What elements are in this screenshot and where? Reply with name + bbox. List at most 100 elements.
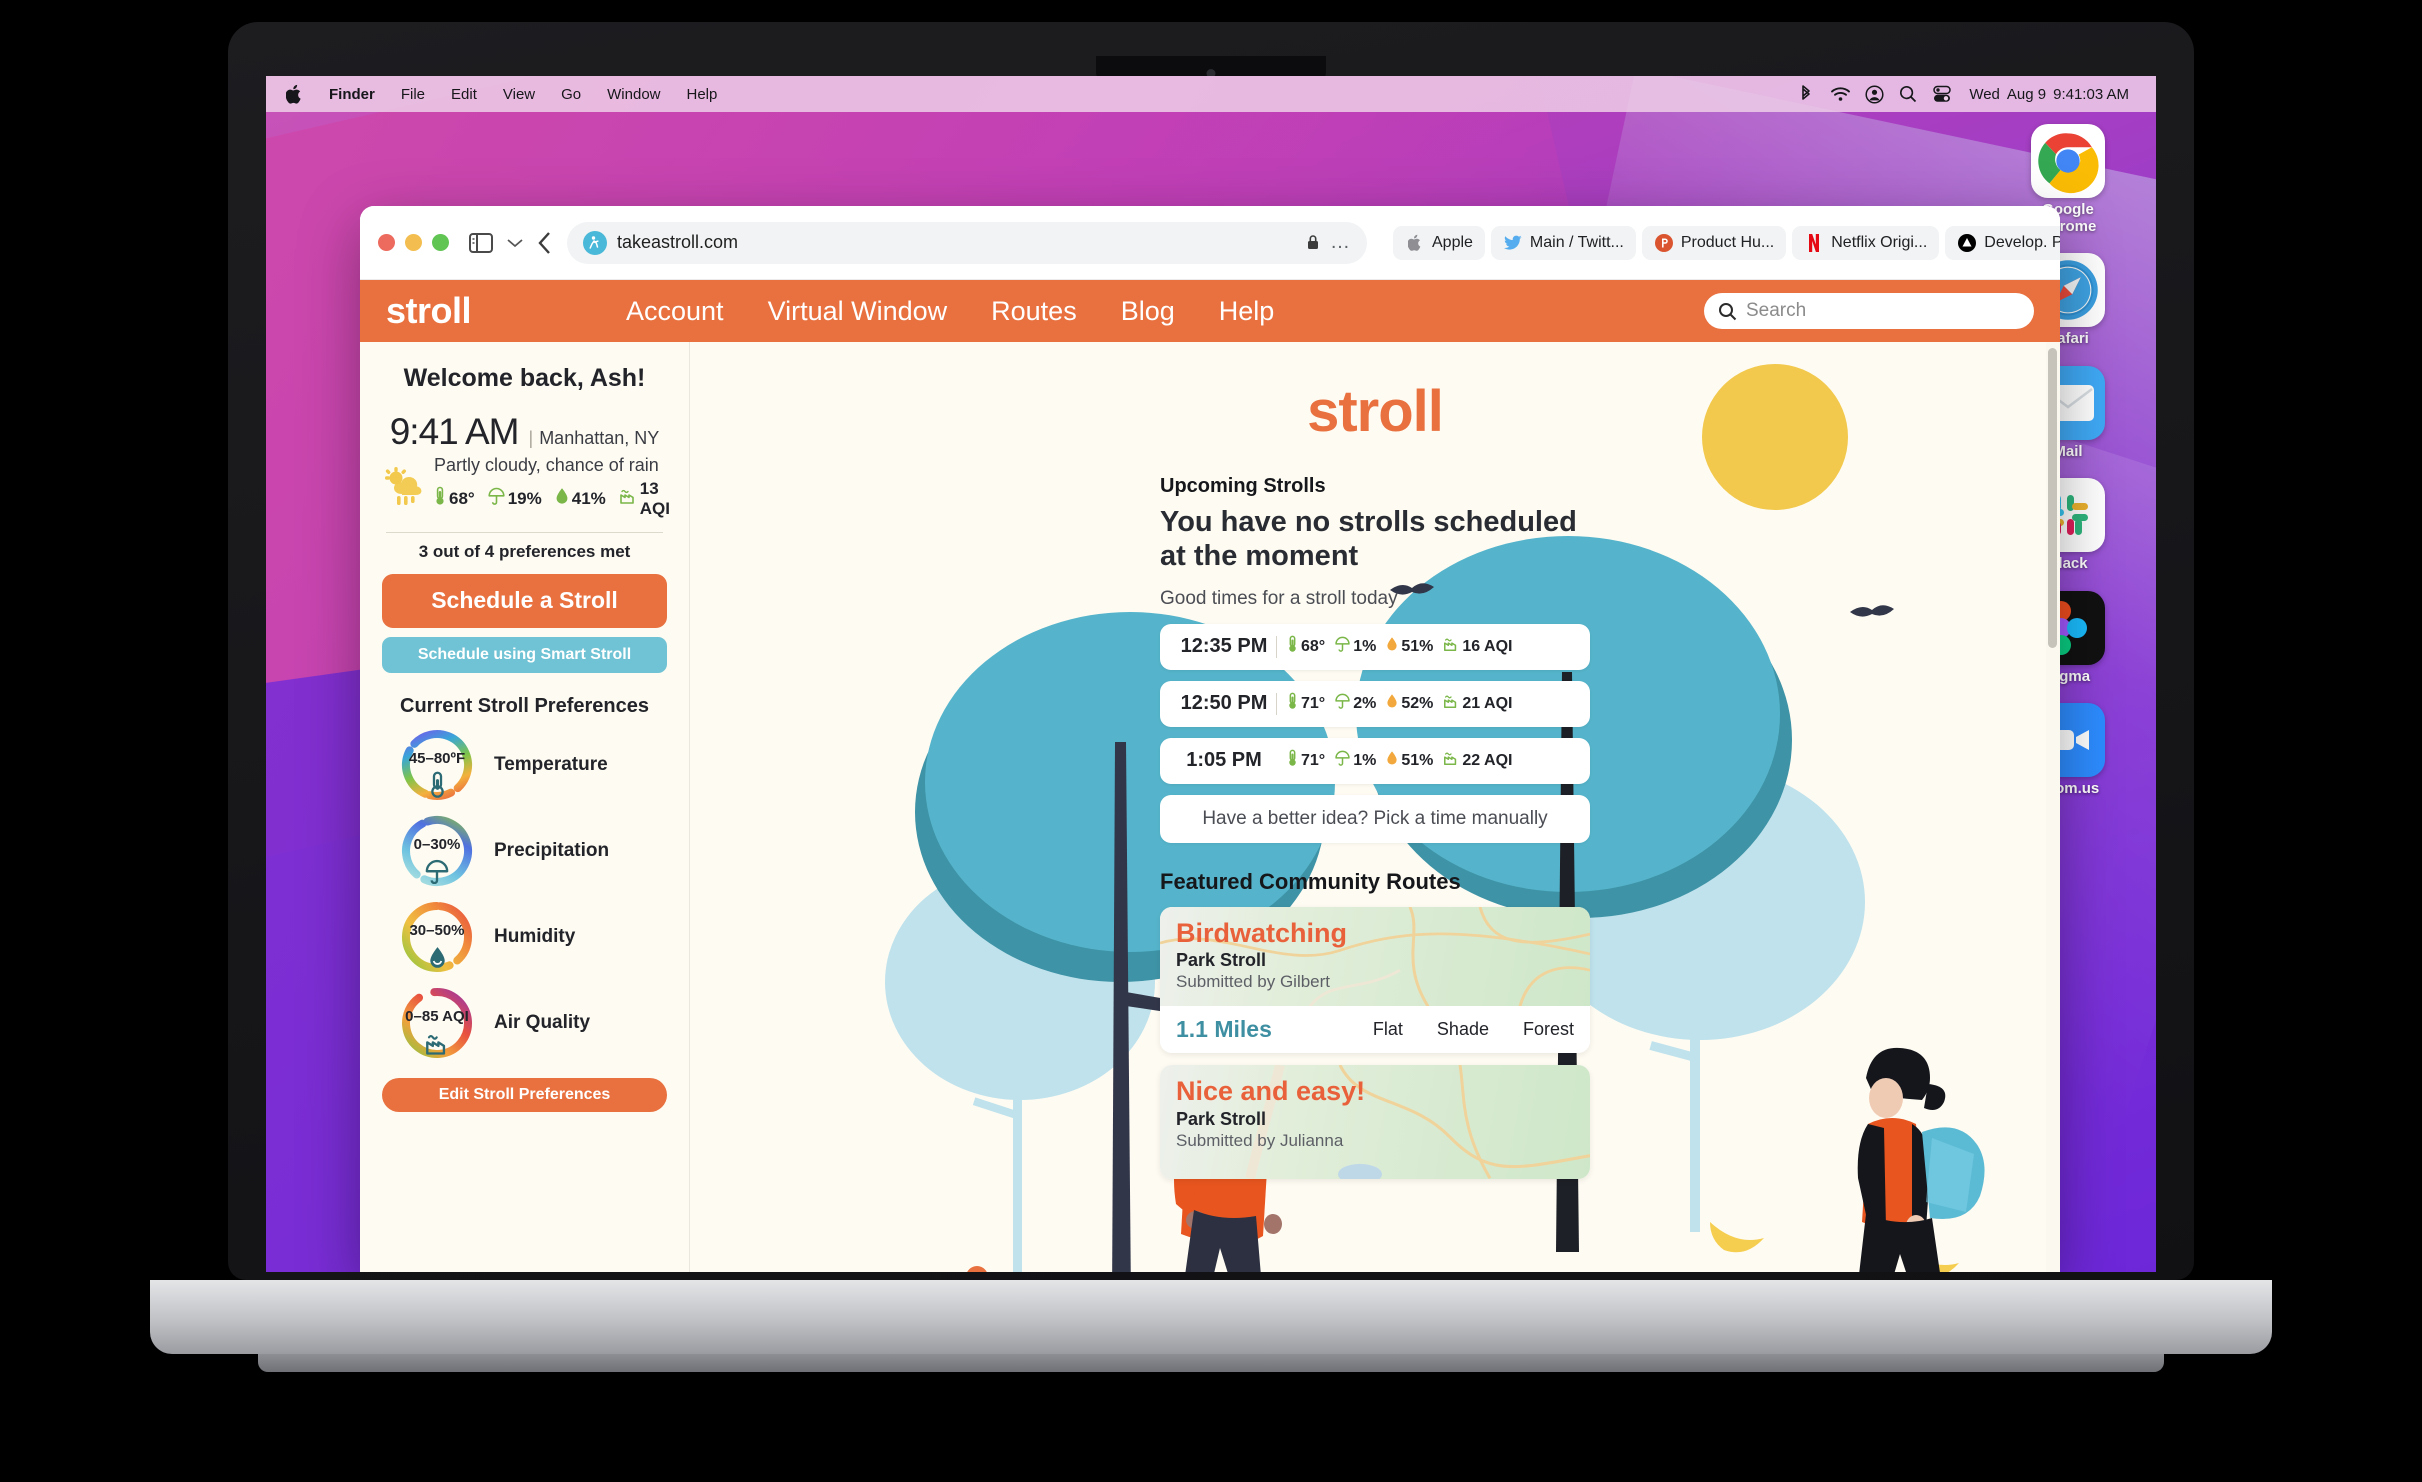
laptop-base [150, 1280, 2272, 1354]
menu-item-view[interactable]: View [490, 84, 548, 105]
weather-stat-humidity: 41% [555, 487, 606, 510]
droplet-icon [396, 945, 478, 970]
good-times-subhead: Good times for a stroll today [1160, 587, 1398, 609]
metric-value: 16 AQI [1462, 637, 1513, 655]
chevron-down-icon[interactable] [507, 228, 523, 258]
thermometer-icon [1287, 749, 1298, 772]
page-scrollbar-thumb[interactable] [2048, 348, 2057, 648]
page-scrollbar-track[interactable] [2046, 342, 2060, 1272]
stat-value: 13 AQI [639, 478, 671, 518]
menu-bar-clock[interactable]: Wed Aug 9 9:41:03 AM [1959, 86, 2140, 103]
thermometer-icon [1287, 692, 1298, 715]
time-slot-row[interactable]: 12:50 PM 71° 2% 52% 21 AQI [1160, 680, 1590, 727]
site-logo-text: stroll [386, 290, 472, 331]
nav-item-blog[interactable]: Blog [1121, 296, 1175, 327]
nav-item-routes[interactable]: Routes [991, 296, 1077, 327]
dial-value: 45–80ºF [408, 749, 466, 767]
welcome-heading: Welcome back, Ash! [403, 364, 646, 392]
metric-value: 21 AQI [1462, 694, 1513, 712]
schedule-stroll-button[interactable]: Schedule a Stroll [382, 573, 667, 628]
time-slot-row[interactable]: 12:35 PM 68° 1% 51% 16 AQI [1160, 623, 1590, 670]
droplet-icon [1386, 636, 1398, 657]
factory-icon [396, 1031, 478, 1056]
route-card-birdwatching[interactable]: Birdwatching Park Stroll Submitted by Gi… [1160, 906, 1590, 1054]
nav-item-help[interactable]: Help [1219, 296, 1275, 327]
slot-precipitation: 2% [1335, 693, 1376, 714]
slot-humidity: 51% [1386, 750, 1433, 771]
metric-value: 51% [1401, 751, 1434, 769]
metric-value: 71° [1301, 694, 1326, 712]
bookmark-twitter[interactable]: Main / Twitt... [1490, 225, 1636, 260]
clock-date: Aug 9 [2006, 85, 2047, 103]
route-map-preview: Nice and easy! Park Stroll Submitted by … [1160, 1065, 1590, 1179]
site-search-box[interactable]: Search [1704, 293, 2034, 329]
slot-aqi: 21 AQI [1443, 693, 1512, 714]
search-icon[interactable] [1891, 81, 1925, 107]
time-slot-row[interactable]: 1:05 PM 71° 1% 51% 22 AQI [1160, 737, 1590, 784]
close-button[interactable] [378, 234, 395, 251]
metric-value: 22 AQI [1462, 751, 1513, 769]
address-bar[interactable]: takeastroll.com … [567, 221, 1367, 264]
slot-time: 12:35 PM [1180, 635, 1268, 658]
minimize-button[interactable] [405, 234, 422, 251]
umbrella-icon [1335, 636, 1350, 657]
menu-item-edit[interactable]: Edit [438, 84, 490, 105]
window-traffic-lights[interactable] [378, 234, 449, 251]
slot-temperature: 71° [1287, 692, 1325, 715]
umbrella-icon [396, 859, 478, 884]
current-location: Manhattan, NY [539, 428, 660, 448]
omnibox-overflow-icon[interactable]: … [1330, 231, 1351, 254]
site-navbar: stroll Account Virtual Window Routes Blo… [360, 280, 2060, 342]
preference-air-quality[interactable]: 0–85 AQI Air Quality [382, 982, 667, 1064]
bookmark-develop[interactable]: Develop. Pr... [1945, 225, 2060, 260]
preference-humidity[interactable]: 30–50% Humidity [382, 896, 667, 978]
route-tag: Shade [1436, 1019, 1489, 1040]
dial-value: 30–50% [409, 921, 465, 939]
lock-icon [1306, 234, 1320, 251]
weather-stats: 68° 19% 41% 13 AQI [434, 479, 670, 519]
nav-item-account[interactable]: Account [626, 296, 724, 327]
route-name: Nice and easy! [1176, 1076, 1366, 1107]
slot-humidity: 52% [1386, 693, 1433, 714]
edit-preferences-button[interactable]: Edit Stroll Preferences [382, 1077, 667, 1112]
route-card-nice-and-easy[interactable]: Nice and easy! Park Stroll Submitted by … [1160, 1065, 1590, 1179]
preference-precipitation[interactable]: 0–30% Precipitation [382, 810, 667, 892]
back-chevron-icon[interactable] [537, 228, 553, 258]
menu-item-window[interactable]: Window [594, 84, 673, 105]
laptop-front-edge [258, 1354, 2164, 1372]
sidebar-panel-icon[interactable] [469, 228, 493, 258]
menu-item-finder[interactable]: Finder [316, 84, 388, 105]
bookmark-apple[interactable]: Apple [1393, 225, 1485, 260]
route-submitter: Submitted by Julianna [1176, 1130, 1344, 1150]
apple-logo-icon[interactable] [282, 81, 308, 107]
weather-summary: Partly cloudy, chance of rain 68° 19% 41… [382, 455, 670, 519]
wifi-icon[interactable] [1823, 81, 1857, 107]
preference-temperature[interactable]: 45–80ºF Temperature [382, 724, 667, 806]
weather-condition: Partly cloudy, chance of rain [434, 455, 659, 475]
bookmark-netflix[interactable]: Netflix Origi... [1792, 225, 1940, 260]
account-icon[interactable] [1857, 81, 1891, 107]
weather-stat-aqi: 13 AQI [619, 479, 670, 519]
route-type: Park Stroll [1176, 950, 1267, 971]
control-center-icon[interactable] [1925, 81, 1959, 107]
nav-item-virtual-window[interactable]: Virtual Window [768, 296, 948, 327]
slot-aqi: 22 AQI [1443, 750, 1512, 771]
clock-day: Wed [1969, 85, 2000, 103]
menu-item-help[interactable]: Help [674, 84, 731, 105]
bookmark-label: Netflix Origi... [1831, 233, 1928, 251]
site-logo[interactable]: stroll [386, 290, 586, 332]
menu-item-go[interactable]: Go [548, 84, 594, 105]
bookmark-producthunt[interactable]: Product Hu... [1641, 225, 1787, 260]
bluetooth-icon[interactable] [1789, 81, 1823, 107]
menu-item-file[interactable]: File [388, 84, 438, 105]
pick-time-manually-button[interactable]: Have a better idea? Pick a time manually [1160, 794, 1590, 843]
slot-humidity: 51% [1386, 636, 1433, 657]
factory-icon [1443, 693, 1459, 714]
bookmark-label: Main / Twitt... [1529, 233, 1624, 251]
route-map-preview: Birdwatching Park Stroll Submitted by Gi… [1160, 906, 1590, 1007]
url-text: takeastroll.com [617, 232, 739, 252]
smart-stroll-button[interactable]: Schedule using Smart Stroll [382, 636, 667, 673]
slot-precipitation: 1% [1335, 636, 1376, 657]
maximize-button[interactable] [432, 234, 449, 251]
stat-value: 41% [571, 488, 606, 508]
